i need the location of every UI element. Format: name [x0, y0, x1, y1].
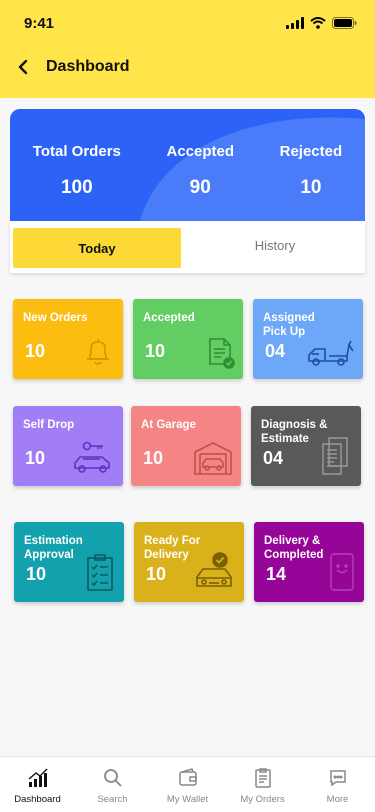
nav-my-wallet[interactable]: My Wallet	[150, 757, 225, 812]
chat-icon	[329, 770, 346, 787]
nav-label: Dashboard	[14, 794, 61, 805]
nav-more[interactable]: More	[300, 757, 375, 812]
card-accepted[interactable]: Accepted 10	[133, 299, 243, 379]
card-title: Assigned Pick Up	[263, 312, 315, 338]
nav-dashboard[interactable]: Dashboard	[0, 757, 75, 812]
tab-today[interactable]: Today	[13, 228, 181, 268]
phone-icon	[330, 553, 354, 591]
tab-history[interactable]: History	[190, 225, 360, 265]
status-icons	[286, 17, 357, 29]
card-title: Diagnosis & Estimate	[261, 419, 328, 445]
card-delivery-completed[interactable]: Delivery & Completed 14	[254, 522, 364, 602]
nav-label: My Orders	[240, 794, 285, 805]
bell-icon	[87, 339, 109, 365]
card-value: 04	[263, 448, 284, 468]
nav-my-orders[interactable]: My Orders	[225, 757, 300, 812]
card-new-orders[interactable]: New Orders 10	[13, 299, 123, 379]
app-header: 9:41 Dashboard	[0, 0, 375, 98]
nav-label: Search	[97, 794, 128, 805]
chart-icon	[28, 768, 47, 787]
nav-search[interactable]: Search	[75, 757, 150, 812]
card-title: Ready For Delivery	[144, 535, 201, 561]
documents-icon	[322, 437, 348, 475]
card-value: 10	[25, 341, 46, 361]
total-orders-value: 100	[60, 177, 93, 198]
back-button[interactable]	[12, 56, 34, 78]
nav-label: My Wallet	[166, 794, 209, 805]
nav-bar: Dashboard	[12, 56, 130, 78]
rejected-value: 10	[300, 177, 322, 198]
card-value: 10	[146, 564, 167, 584]
car-check-icon	[196, 552, 232, 587]
accepted-label: Accepted	[166, 143, 235, 160]
card-value: 10	[25, 448, 46, 468]
nav-label: More	[326, 794, 349, 805]
search-icon	[103, 769, 122, 787]
card-estimation-approval[interactable]: Estimation Approval 10	[14, 522, 124, 602]
signal-icon	[286, 17, 304, 29]
status-bar: 9:41	[24, 14, 357, 32]
wifi-icon	[310, 17, 326, 29]
total-orders-label: Total Orders	[32, 143, 121, 160]
card-value: 14	[266, 564, 287, 584]
card-title: Delivery & Completed	[264, 535, 324, 561]
order-summary-card: Total Orders 100 Accepted 90 Rejected 10	[10, 109, 365, 221]
card-title: Estimation Approval	[24, 535, 83, 561]
card-value: 04	[265, 341, 286, 361]
battery-icon	[332, 17, 357, 29]
card-value: 10	[26, 564, 47, 584]
orders-icon	[254, 768, 271, 788]
card-value: 10	[143, 448, 164, 468]
period-tabs: Today History	[10, 221, 365, 273]
card-title: New Orders	[23, 312, 88, 324]
card-assigned-pick-up[interactable]: Assigned Pick Up 04	[253, 299, 363, 379]
tow-truck-icon	[308, 340, 354, 366]
accepted-value: 90	[189, 177, 211, 198]
card-diagnosis-estimate[interactable]: Diagnosis & Estimate 04	[251, 406, 361, 486]
clipboard-checklist-icon	[87, 554, 113, 591]
card-ready-for-delivery[interactable]: Ready For Delivery 10	[134, 522, 244, 602]
card-title: Accepted	[143, 312, 195, 324]
card-title: At Garage	[141, 419, 196, 431]
chevron-left-icon	[18, 59, 28, 75]
car-key-icon	[74, 441, 110, 473]
card-title: Self Drop	[23, 419, 75, 431]
accepted-stat: Accepted 90	[166, 143, 234, 199]
rejected-label: Rejected	[279, 143, 343, 160]
status-time: 9:41	[24, 14, 55, 32]
card-value: 10	[145, 341, 166, 361]
page-title: Dashboard	[46, 58, 130, 75]
bottom-nav: Dashboard Search My Wallet My Orders Mor…	[0, 756, 375, 812]
total-orders-stat: Total Orders 100	[33, 143, 121, 199]
card-at-garage[interactable]: At Garage 10	[131, 406, 241, 486]
document-check-icon	[209, 338, 235, 369]
rejected-stat: Rejected 10	[280, 143, 343, 199]
card-self-drop[interactable]: Self Drop 10	[13, 406, 123, 486]
garage-icon	[194, 442, 232, 475]
wallet-icon	[178, 768, 197, 786]
